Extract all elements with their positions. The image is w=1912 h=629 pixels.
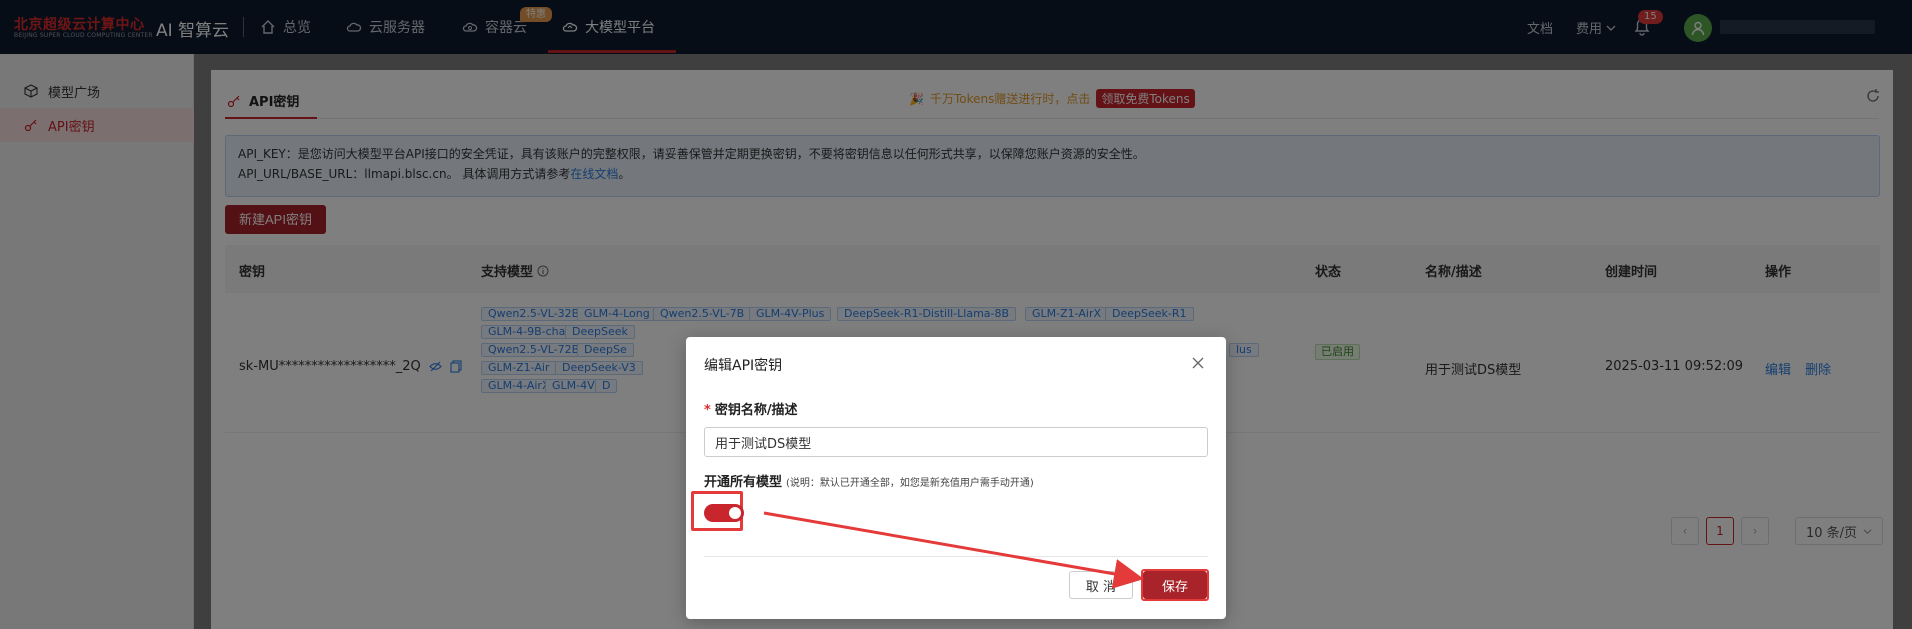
key-name-input[interactable] [704,427,1208,457]
enable-all-models-text: 开通所有模型 [704,475,783,490]
enable-all-models-toggle[interactable] [704,504,744,522]
edit-api-key-dialog: 编辑API密钥 *密钥名称/描述 开通所有模型(说明：默认已开通全部，如您是新充… [686,337,1226,619]
save-button[interactable]: 保存 [1143,571,1207,599]
toggle-knob [729,507,741,519]
enable-all-models-note: (说明：默认已开通全部，如您是新充值用户需手动开通) [786,478,1034,489]
required-mark: * [704,403,711,418]
key-name-label-text: 密钥名称/描述 [714,403,798,418]
close-icon[interactable] [1190,355,1206,371]
dialog-divider [704,556,1208,557]
key-name-label: * 密钥名称/描述 [704,399,798,418]
enable-all-models-label: 开通所有模型 (说明：默认已开通全部，如您是新充值用户需手动开通) [704,471,1034,490]
dialog-title: 编辑API密钥 [704,358,783,374]
cancel-button[interactable]: 取 消 [1069,571,1133,599]
